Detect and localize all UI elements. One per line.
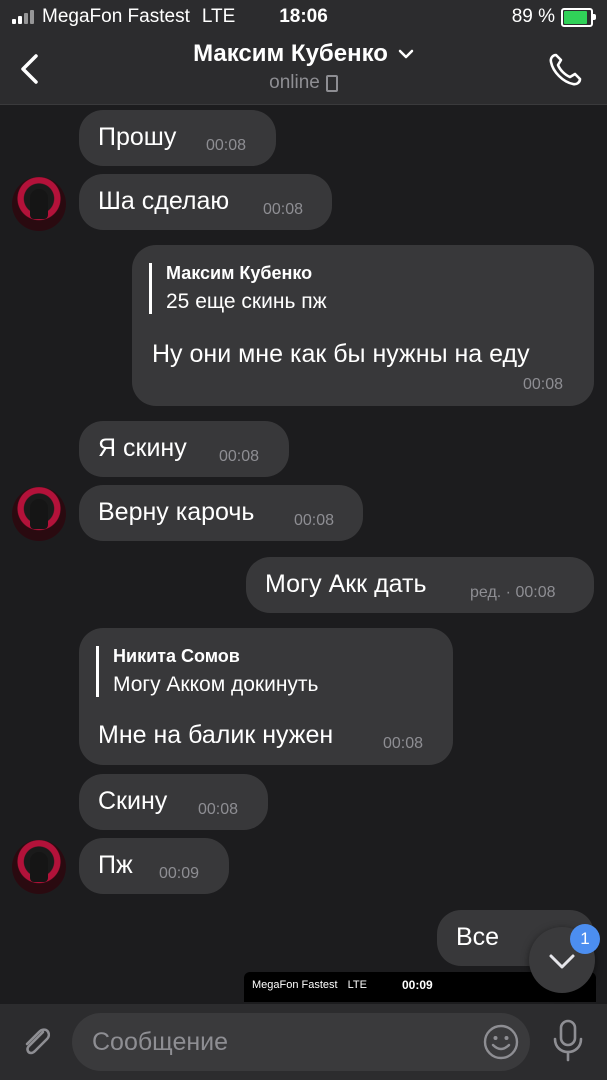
message-bubble[interactable]: Верну карочь 00:08 xyxy=(79,485,363,541)
avatar[interactable] xyxy=(12,487,66,541)
avatar[interactable] xyxy=(12,177,66,231)
message-time: 00:09 xyxy=(159,865,200,882)
message-bubble[interactable]: Ша сделаю 00:08 xyxy=(79,174,332,230)
message-time: 00:08 xyxy=(206,137,247,154)
message-time: 00:08 xyxy=(198,801,239,818)
message-input-bar: Сообщение xyxy=(0,1004,607,1080)
message-text: Скину xyxy=(98,787,168,815)
message-time: 00:08 xyxy=(523,376,564,393)
reply-author: Максим Кубенко xyxy=(166,263,313,283)
message-time: 00:08 xyxy=(219,448,260,465)
message-bubble[interactable]: Скину 00:08 xyxy=(79,774,268,830)
avatar[interactable] xyxy=(12,840,66,894)
mobile-device-icon xyxy=(325,74,338,92)
message-bubble[interactable]: Максим Кубенко 25 еще скинь пж Ну они мн… xyxy=(132,245,594,406)
reply-text: 25 еще скинь пж xyxy=(166,290,327,313)
message-input[interactable]: Сообщение xyxy=(72,1013,530,1071)
battery-icon xyxy=(561,7,596,27)
message-text: Могу Акк дать xyxy=(265,570,427,598)
reply-author: Никита Сомов xyxy=(113,646,240,666)
contact-name: Максим Кубенко xyxy=(193,40,388,67)
message-time: ред. · 00:08 xyxy=(470,584,556,601)
reply-quote[interactable]: Максим Кубенко 25 еще скинь пж xyxy=(149,263,327,314)
preview-network: LTE xyxy=(347,979,367,991)
message-text: Ну они мне как бы нужны на еду xyxy=(152,340,530,368)
message-time: 00:08 xyxy=(263,201,304,218)
status-right: 89 % xyxy=(511,6,596,28)
message-text: Мне на балик нужен xyxy=(98,721,334,749)
battery-percent: 89 % xyxy=(511,6,555,27)
message-bubble[interactable]: Я скину 00:08 xyxy=(79,421,289,477)
preview-time: 00:09 xyxy=(402,978,433,992)
message-input-placeholder: Сообщение xyxy=(92,1028,229,1056)
message-text: Все xyxy=(456,923,500,951)
reply-quote[interactable]: Никита Сомов Могу Акком докинуть xyxy=(96,646,318,697)
message-bubble[interactable]: Могу Акк дать ред. · 00:08 xyxy=(246,557,594,613)
status-bar: MegaFon Fastest LTE 18:06 89 % xyxy=(0,0,607,34)
message-bubble[interactable]: Пж 00:09 xyxy=(79,838,229,894)
chevron-down-icon xyxy=(398,49,414,59)
reply-text: Могу Акком докинуть xyxy=(113,673,319,696)
phone-call-icon[interactable] xyxy=(545,50,585,90)
message-time: 00:08 xyxy=(294,512,335,529)
unread-badge: 1 xyxy=(570,924,600,954)
message-text: Пж xyxy=(98,851,133,879)
message-time: 00:08 xyxy=(383,735,424,752)
message-text: Верну карочь xyxy=(98,498,255,526)
preview-carrier: MegaFon Fastest xyxy=(252,979,338,991)
message-bubble[interactable]: Никита Сомов Могу Акком докинуть Мне на … xyxy=(79,628,453,765)
message-bubble[interactable]: Прошу 00:08 xyxy=(79,110,276,166)
message-text: Я скину xyxy=(98,434,187,462)
emoji-icon[interactable] xyxy=(482,1023,520,1061)
online-status: online xyxy=(269,72,320,93)
chat-header: Максим Кубенко online xyxy=(0,34,607,105)
chat-title-area[interactable]: Максим Кубенко online xyxy=(0,40,607,94)
paperclip-icon[interactable] xyxy=(16,1022,56,1062)
message-text: Ша сделаю xyxy=(98,187,230,215)
message-text: Прошу xyxy=(98,123,177,151)
microphone-icon[interactable] xyxy=(550,1018,586,1064)
